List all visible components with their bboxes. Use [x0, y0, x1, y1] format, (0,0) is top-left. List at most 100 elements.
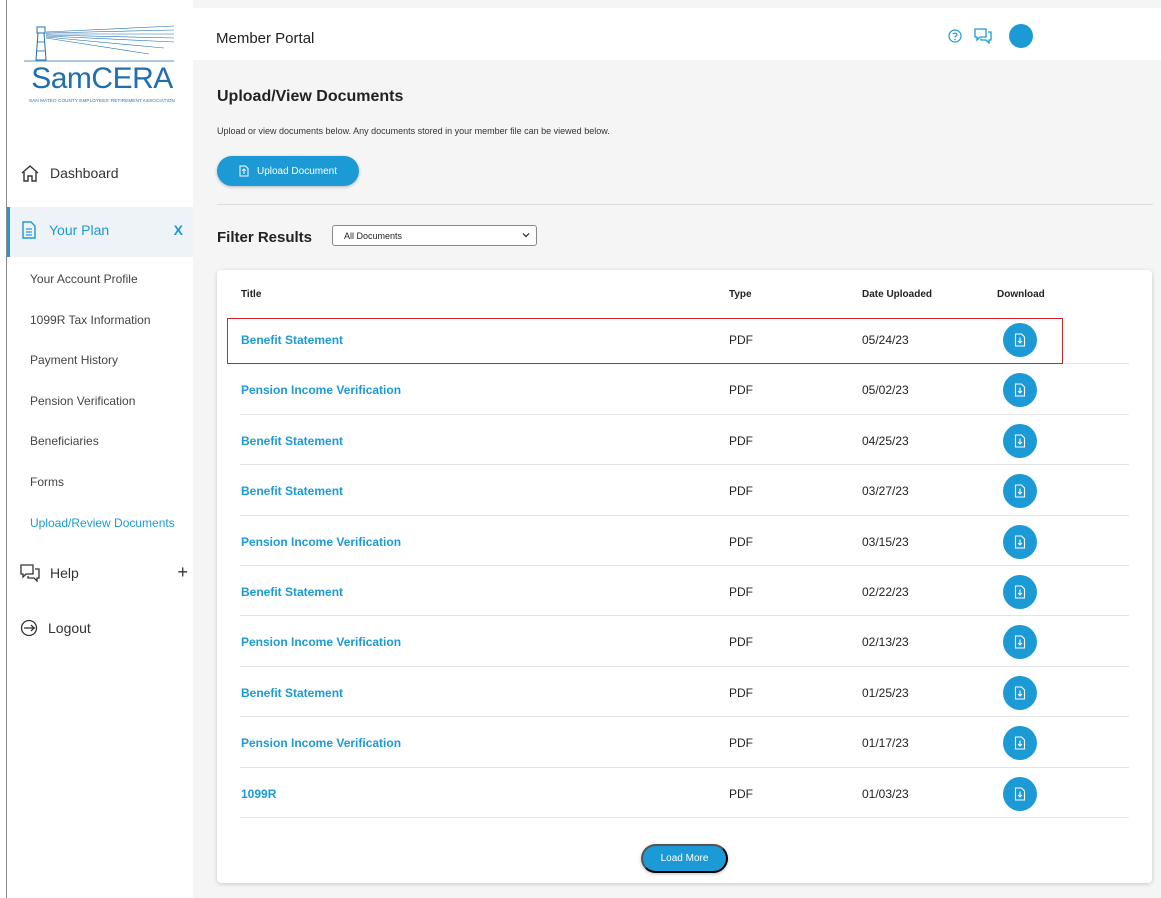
column-header-date: Date Uploaded: [862, 289, 933, 300]
download-button[interactable]: [1003, 675, 1037, 710]
header-icons: [948, 24, 1033, 48]
document-filter-select[interactable]: All Documents: [332, 225, 537, 246]
document-title-link[interactable]: Benefit Statement: [241, 484, 343, 498]
logo-wordmark: SamCERA: [24, 62, 180, 96]
document-type: PDF: [729, 534, 753, 549]
download-button[interactable]: [1003, 726, 1037, 761]
download-icon: [1014, 787, 1026, 801]
document-type: PDF: [729, 786, 753, 801]
logout-icon: [20, 619, 38, 637]
download-button[interactable]: [1003, 625, 1037, 660]
upload-document-label: Upload Document: [256, 165, 338, 177]
table-row: Pension Income Verification PDF 02/13/23: [240, 616, 1129, 667]
sidebar-item-label: Help: [50, 564, 79, 581]
highlight-box: [227, 318, 1063, 364]
sub-nav: Your Account Profile 1099R Tax Informati…: [30, 272, 175, 556]
document-title-link[interactable]: Pension Income Verification: [241, 736, 401, 750]
document-date: 02/22/23: [862, 585, 909, 599]
column-header-download: Download: [997, 289, 1045, 300]
column-header-title: Title: [241, 289, 262, 300]
document-date: 01/03/23: [862, 786, 909, 801]
logo-cera: CERA: [91, 62, 173, 95]
download-icon: [1014, 635, 1026, 649]
sidebar-item-payment-history[interactable]: Payment History: [30, 353, 175, 394]
download-button[interactable]: [1003, 474, 1037, 509]
document-type: PDF: [729, 585, 753, 599]
table-row: 1099R PDF 01/03/23: [240, 768, 1129, 818]
document-icon: [22, 221, 36, 239]
document-type: PDF: [729, 433, 753, 448]
document-title-link[interactable]: 1099R: [241, 787, 276, 801]
table-header: Title Type Date Uploaded Download: [217, 289, 1152, 303]
collapse-icon[interactable]: X: [174, 222, 183, 238]
page-title: Member Portal: [216, 30, 315, 47]
logo-sam: Sam: [31, 62, 92, 95]
table-row: Pension Income Verification PDF 01/17/23: [240, 717, 1129, 768]
filter-label: Filter Results: [217, 229, 313, 246]
sidebar-item-logout[interactable]: Logout: [20, 619, 91, 637]
download-icon: [1014, 686, 1026, 700]
samcera-logo[interactable]: SamCERA SAN MATEO COUNTY EMPLOYEES' RETI…: [24, 24, 180, 106]
sidebar-item-your-plan[interactable]: Your Plan X: [7, 207, 193, 257]
document-title-link[interactable]: Pension Income Verification: [241, 635, 401, 649]
sidebar-item-beneficiaries[interactable]: Beneficiaries: [30, 434, 175, 475]
filter-selected-value: All Documents: [344, 230, 403, 241]
document-type: PDF: [729, 383, 753, 398]
table-row: Benefit Statement PDF 03/27/23: [240, 465, 1129, 516]
download-icon: [1014, 484, 1026, 498]
download-button[interactable]: [1003, 776, 1037, 811]
download-button[interactable]: [1003, 524, 1037, 559]
table-row: Benefit Statement PDF 02/22/23: [240, 566, 1129, 617]
document-title-link[interactable]: Pension Income Verification: [241, 535, 401, 549]
download-icon: [1014, 736, 1026, 750]
table-row: Pension Income Verification PDF 03/15/23: [240, 516, 1129, 566]
document-date: 01/17/23: [862, 736, 909, 751]
sidebar-item-dashboard[interactable]: Dashboard: [20, 163, 119, 183]
download-icon: [1014, 535, 1026, 549]
document-date: 05/02/23: [862, 383, 909, 398]
download-icon: [1014, 434, 1026, 448]
document-date: 02/13/23: [862, 635, 909, 650]
sidebar-item-label: Dashboard: [50, 165, 119, 181]
table-row: Benefit Statement PDF 01/25/23: [240, 667, 1129, 718]
lighthouse-icon: [24, 25, 175, 62]
load-more-button[interactable]: Load More: [641, 844, 728, 873]
document-type: PDF: [729, 635, 753, 650]
document-title-link[interactable]: Pension Income Verification: [241, 383, 401, 397]
document-title-link[interactable]: Benefit Statement: [241, 434, 343, 448]
main-content: Member Portal Upload/View Documents Uplo…: [193, 0, 1161, 898]
document-type: PDF: [729, 736, 753, 751]
document-title-link[interactable]: Benefit Statement: [241, 585, 343, 599]
sidebar-item-help[interactable]: Help +: [20, 562, 188, 583]
section-heading: Upload/View Documents: [217, 88, 404, 105]
download-button[interactable]: [1003, 575, 1037, 609]
download-button[interactable]: [1003, 423, 1037, 458]
chat-icon[interactable]: [974, 28, 992, 44]
top-bar: Member Portal: [193, 8, 1161, 60]
avatar[interactable]: [1009, 24, 1033, 48]
documents-table: Title Type Date Uploaded Download Benefi…: [217, 270, 1152, 883]
document-title-link[interactable]: Benefit Statement: [241, 686, 343, 700]
sidebar-item-label: Your Plan: [49, 222, 110, 238]
sidebar-item-label: Logout: [48, 620, 91, 636]
sidebar-item-account-profile[interactable]: Your Account Profile: [30, 272, 175, 313]
document-date: 01/25/23: [862, 685, 909, 700]
help-icon[interactable]: [948, 29, 962, 43]
sidebar: SamCERA SAN MATEO COUNTY EMPLOYEES' RETI…: [7, 0, 193, 898]
chevron-down-icon: [522, 233, 530, 238]
sidebar-item-1099r-tax[interactable]: 1099R Tax Information: [30, 313, 175, 354]
home-icon: [21, 165, 39, 182]
sidebar-item-forms[interactable]: Forms: [30, 475, 175, 516]
download-button[interactable]: [1003, 373, 1037, 408]
download-icon: [1014, 585, 1026, 599]
document-date: 04/25/23: [862, 433, 909, 448]
table-row: Pension Income Verification PDF 05/02/23: [240, 364, 1129, 415]
sidebar-item-upload-review[interactable]: Upload/Review Documents: [30, 516, 175, 557]
expand-icon[interactable]: +: [177, 562, 188, 583]
document-type: PDF: [729, 484, 753, 499]
upload-document-button[interactable]: Upload Document: [217, 156, 359, 186]
upload-file-icon: [239, 165, 249, 177]
column-header-type: Type: [729, 289, 752, 300]
sidebar-item-pension-verification[interactable]: Pension Verification: [30, 394, 175, 435]
document-date: 03/15/23: [862, 534, 909, 549]
